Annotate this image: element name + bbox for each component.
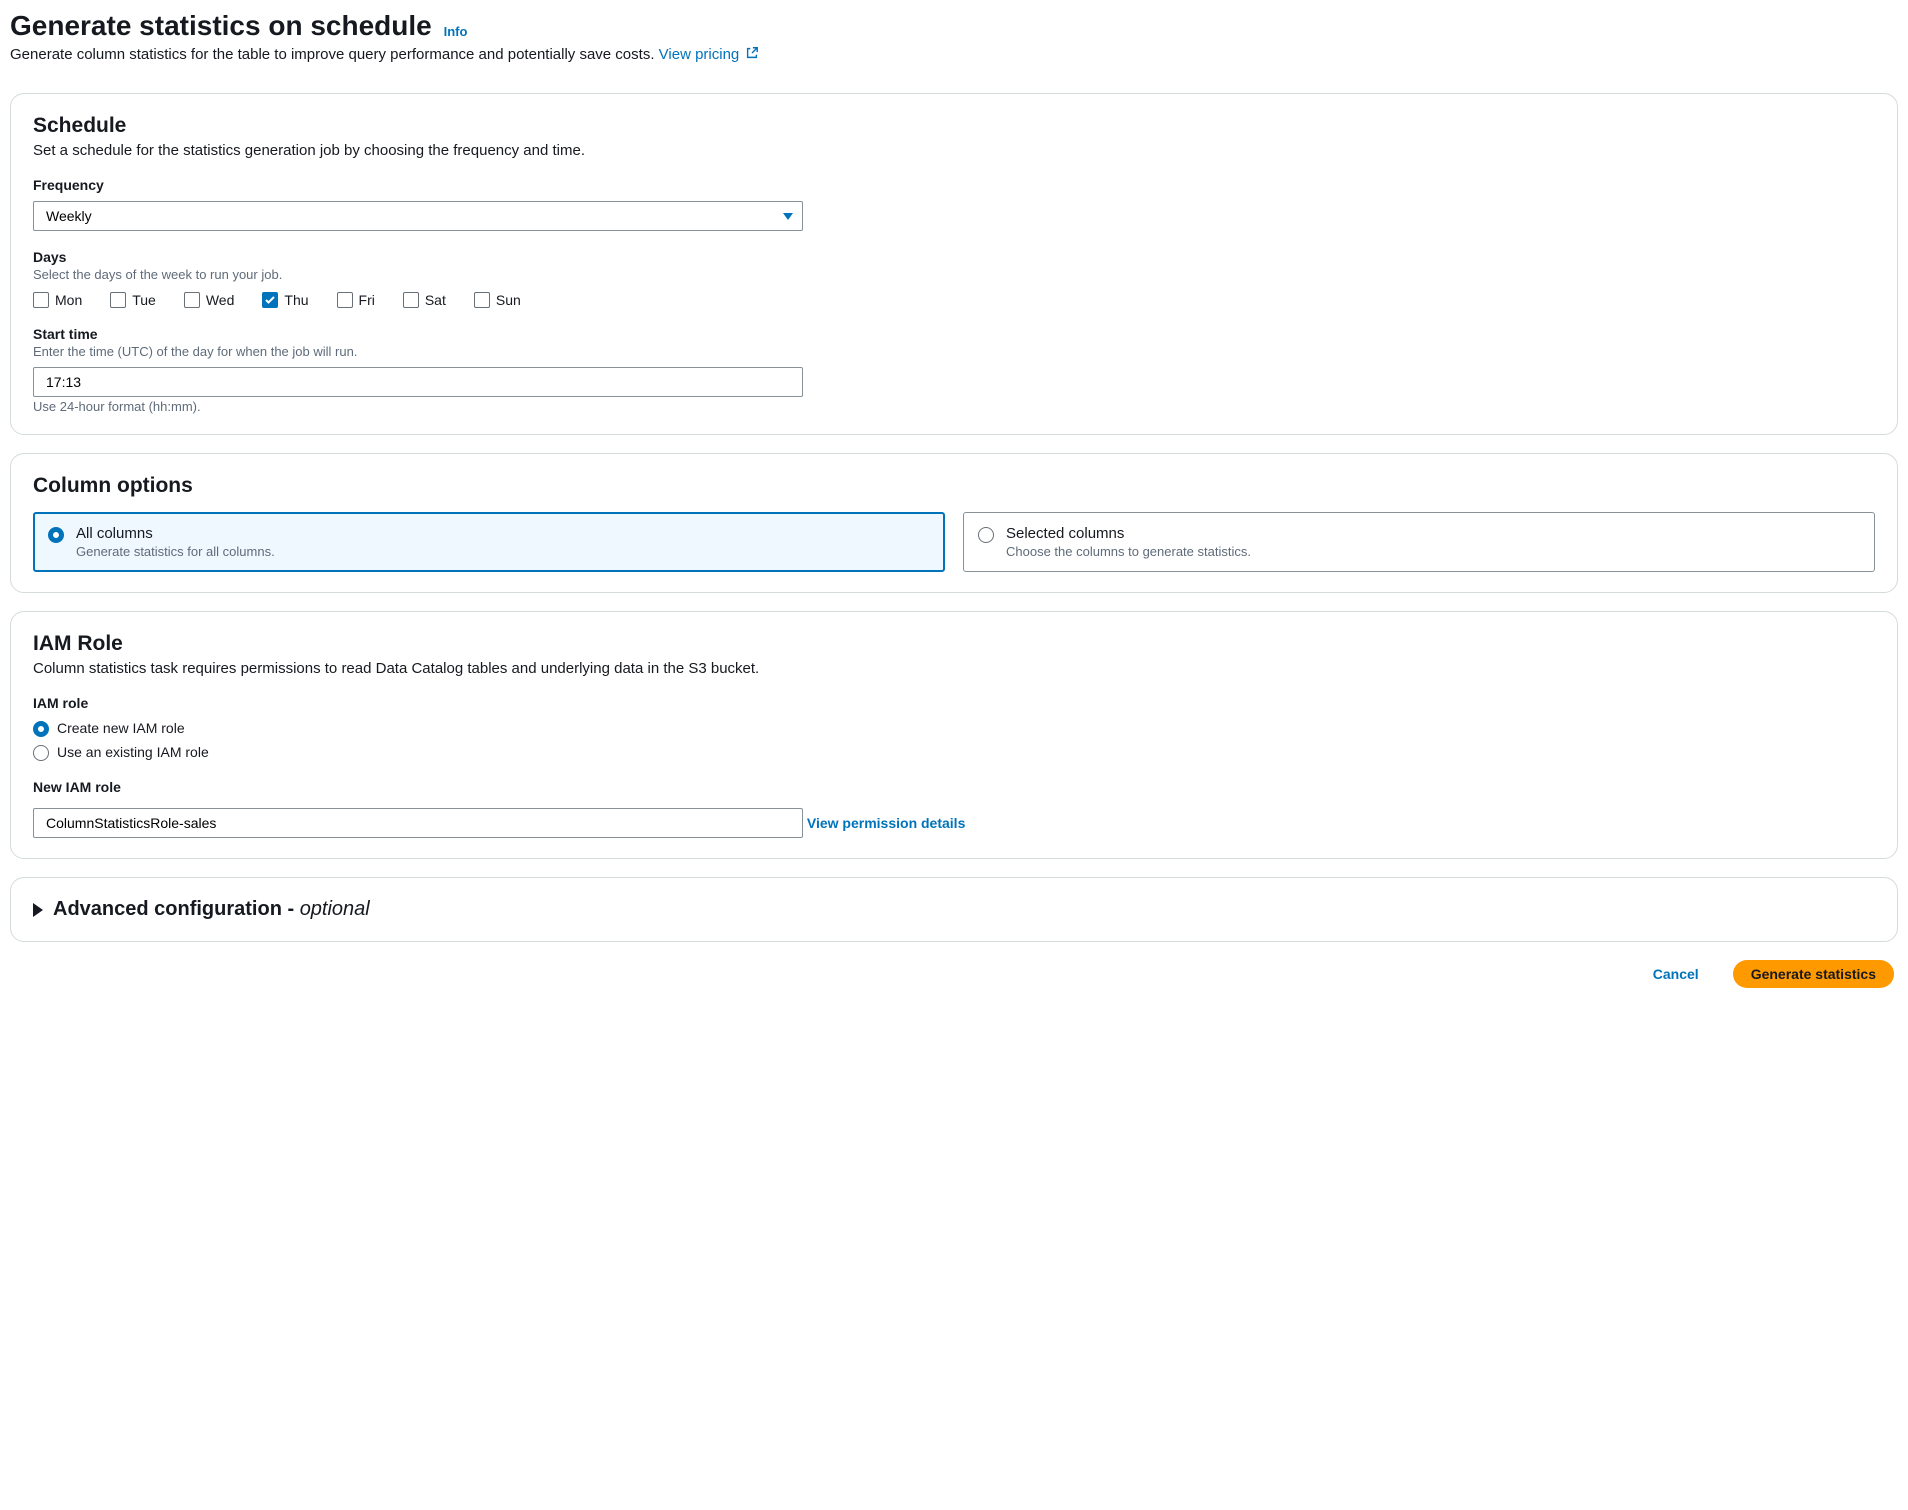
advanced-title-text: Advanced configuration - xyxy=(53,898,300,920)
checkbox-icon xyxy=(403,292,419,308)
advanced-optional-text: optional xyxy=(300,898,370,920)
tile-selected-columns-desc: Choose the columns to generate statistic… xyxy=(1006,544,1251,559)
day-checkbox-wed[interactable]: Wed xyxy=(184,292,235,308)
iam-role-label: IAM role xyxy=(33,695,1875,711)
day-label: Mon xyxy=(55,292,82,308)
external-link-icon xyxy=(745,46,759,60)
info-link[interactable]: Info xyxy=(444,24,468,39)
generate-statistics-button[interactable]: Generate statistics xyxy=(1733,960,1894,988)
view-pricing-label: View pricing xyxy=(659,46,740,63)
days-label: Days xyxy=(33,249,1875,265)
view-permission-details-link[interactable]: View permission details xyxy=(807,815,965,831)
checkbox-icon xyxy=(110,292,126,308)
start-time-label: Start time xyxy=(33,326,1875,342)
day-label: Tue xyxy=(132,292,156,308)
radio-existing-label: Use an existing IAM role xyxy=(57,744,209,760)
schedule-title: Schedule xyxy=(33,114,1875,138)
radio-icon xyxy=(978,527,994,543)
radio-icon xyxy=(33,745,49,761)
radio-create-label: Create new IAM role xyxy=(57,720,185,736)
radio-create-new-role[interactable]: Create new IAM role xyxy=(33,719,1875,737)
day-checkbox-tue[interactable]: Tue xyxy=(110,292,156,308)
iam-title: IAM Role xyxy=(33,632,1875,656)
radio-icon xyxy=(48,527,64,543)
checkbox-icon xyxy=(184,292,200,308)
day-checkbox-fri[interactable]: Fri xyxy=(337,292,375,308)
page-description: Generate column statistics for the table… xyxy=(10,46,1898,63)
start-time-hint: Use 24-hour format (hh:mm). xyxy=(33,399,1875,414)
page-description-text: Generate column statistics for the table… xyxy=(10,46,655,63)
caret-right-icon xyxy=(33,903,43,917)
page-title: Generate statistics on schedule xyxy=(10,10,432,41)
tile-all-columns-title: All columns xyxy=(76,525,275,542)
day-label: Thu xyxy=(284,292,308,308)
checkbox-icon xyxy=(33,292,49,308)
day-checkbox-sat[interactable]: Sat xyxy=(403,292,446,308)
day-label: Wed xyxy=(206,292,235,308)
checkbox-icon xyxy=(262,292,278,308)
column-options-panel: Column options All columns Generate stat… xyxy=(10,453,1898,593)
radio-icon xyxy=(33,721,49,737)
day-checkbox-sun[interactable]: Sun xyxy=(474,292,521,308)
day-label: Sat xyxy=(425,292,446,308)
new-iam-role-input[interactable] xyxy=(33,808,803,838)
new-iam-role-label: New IAM role xyxy=(33,779,1875,795)
iam-role-panel: IAM Role Column statistics task requires… xyxy=(10,611,1898,859)
schedule-panel: Schedule Set a schedule for the statisti… xyxy=(10,93,1898,435)
tile-all-columns[interactable]: All columns Generate statistics for all … xyxy=(33,512,945,572)
days-help: Select the days of the week to run your … xyxy=(33,267,1875,282)
advanced-config-panel[interactable]: Advanced configuration - optional xyxy=(10,877,1898,942)
frequency-select[interactable]: Weekly xyxy=(33,201,803,231)
iam-description: Column statistics task requires permissi… xyxy=(33,660,1875,677)
day-label: Sun xyxy=(496,292,521,308)
advanced-config-title: Advanced configuration - optional xyxy=(53,898,370,921)
column-options-title: Column options xyxy=(33,474,1875,498)
start-time-help: Enter the time (UTC) of the day for when… xyxy=(33,344,1875,359)
start-time-input[interactable] xyxy=(33,367,803,397)
frequency-label: Frequency xyxy=(33,177,1875,193)
tile-selected-columns[interactable]: Selected columns Choose the columns to g… xyxy=(963,512,1875,572)
day-label: Fri xyxy=(359,292,375,308)
tile-all-columns-desc: Generate statistics for all columns. xyxy=(76,544,275,559)
cancel-button[interactable]: Cancel xyxy=(1635,960,1717,988)
schedule-description: Set a schedule for the statistics genera… xyxy=(33,142,1875,159)
tile-selected-columns-title: Selected columns xyxy=(1006,525,1251,542)
day-checkbox-mon[interactable]: Mon xyxy=(33,292,82,308)
checkbox-icon xyxy=(337,292,353,308)
checkbox-icon xyxy=(474,292,490,308)
view-pricing-link[interactable]: View pricing xyxy=(659,46,760,63)
radio-use-existing-role[interactable]: Use an existing IAM role xyxy=(33,743,1875,761)
day-checkbox-thu[interactable]: Thu xyxy=(262,292,308,308)
